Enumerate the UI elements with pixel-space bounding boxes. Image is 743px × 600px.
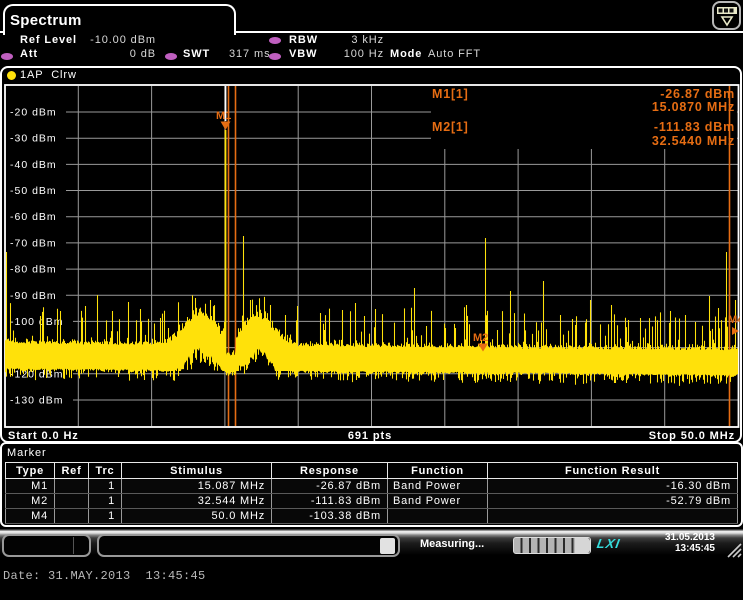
svg-text:-130 dBm: -130 dBm <box>10 395 64 407</box>
svg-text:M4: M4 <box>728 314 740 326</box>
svg-text:-70 dBm: -70 dBm <box>10 237 57 249</box>
svg-text:-90 dBm: -90 dBm <box>10 290 57 302</box>
svg-text:M1[1]: M1[1] <box>432 87 469 101</box>
svg-text:-30 dBm: -30 dBm <box>10 133 57 145</box>
svg-text:-120 dBm: -120 dBm <box>10 368 64 380</box>
svg-text:32.5440 MHz: 32.5440 MHz <box>652 134 735 148</box>
svg-text:-80 dBm: -80 dBm <box>10 264 57 276</box>
svg-text:15.0870 MHz: 15.0870 MHz <box>652 100 735 114</box>
svg-text:M1: M1 <box>216 110 231 122</box>
svg-text:-40 dBm: -40 dBm <box>10 159 57 171</box>
svg-text:-26.87 dBm: -26.87 dBm <box>660 87 735 101</box>
svg-text:M2: M2 <box>473 332 488 344</box>
svg-text:-100 dBm: -100 dBm <box>10 316 64 328</box>
svg-text:-20 dBm: -20 dBm <box>10 107 57 119</box>
svg-text:M2[1]: M2[1] <box>432 120 469 134</box>
svg-text:-111.83 dBm: -111.83 dBm <box>654 120 735 134</box>
svg-text:-50 dBm: -50 dBm <box>10 185 57 197</box>
svg-text:-60 dBm: -60 dBm <box>10 211 57 223</box>
